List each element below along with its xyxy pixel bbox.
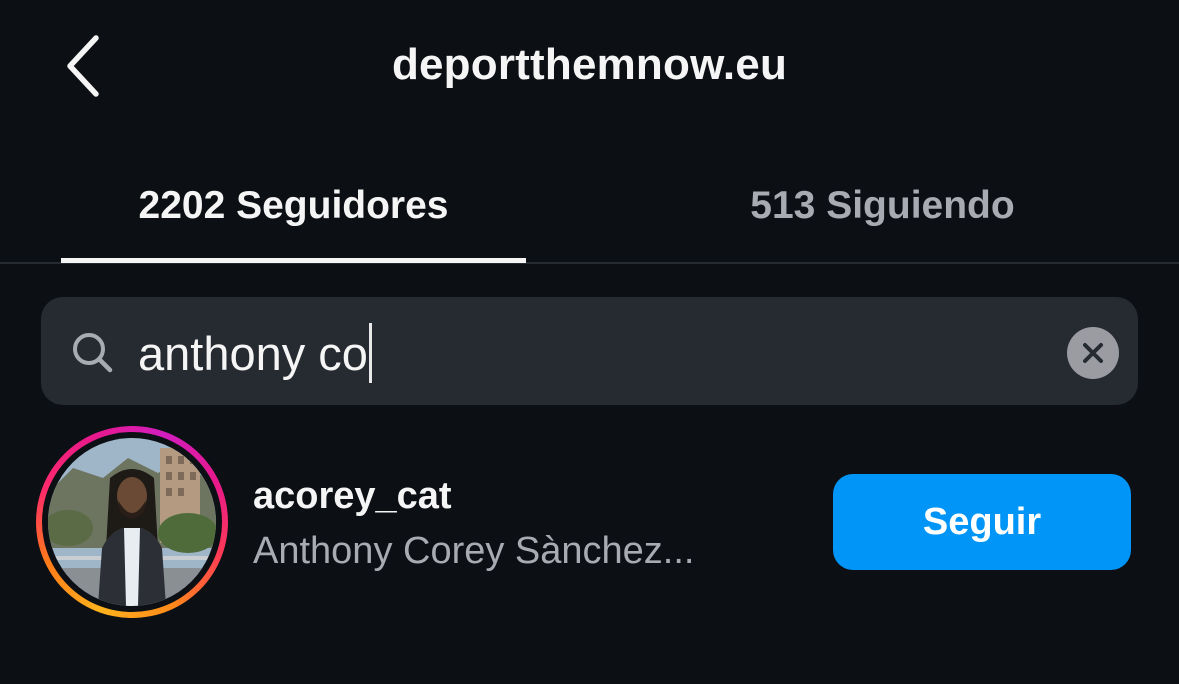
result-username[interactable]: acorey_cat <box>253 475 452 518</box>
tab-following[interactable]: 513 Siguiendo <box>650 150 1115 262</box>
list-item[interactable]: acorey_cat Anthony Corey Sànchez... Segu… <box>0 425 1179 620</box>
close-icon <box>1083 343 1103 363</box>
follow-button[interactable]: Seguir <box>833 474 1131 570</box>
avatar <box>48 438 216 606</box>
tab-following-label: 513 Siguiendo <box>750 184 1015 227</box>
story-ring[interactable] <box>36 426 228 618</box>
avatar-photo <box>48 438 216 606</box>
clear-search-button[interactable] <box>1067 327 1119 379</box>
tab-bar: 2202 Seguidores 513 Siguiendo <box>0 150 1179 264</box>
header: deportthemnow.eu <box>0 0 1179 135</box>
search-input[interactable]: anthony co <box>138 322 1038 384</box>
active-tab-indicator <box>61 258 526 263</box>
search-icon <box>73 333 113 373</box>
search-input-value: anthony co <box>138 326 368 380</box>
tab-followers[interactable]: 2202 Seguidores <box>61 150 526 262</box>
followers-screen: deportthemnow.eu 2202 Seguidores 513 Sig… <box>0 0 1179 684</box>
text-caret <box>368 323 372 383</box>
tab-followers-label: 2202 Seguidores <box>138 184 449 227</box>
result-full-name: Anthony Corey Sànchez... <box>253 530 695 572</box>
page-title: deportthemnow.eu <box>391 40 788 89</box>
